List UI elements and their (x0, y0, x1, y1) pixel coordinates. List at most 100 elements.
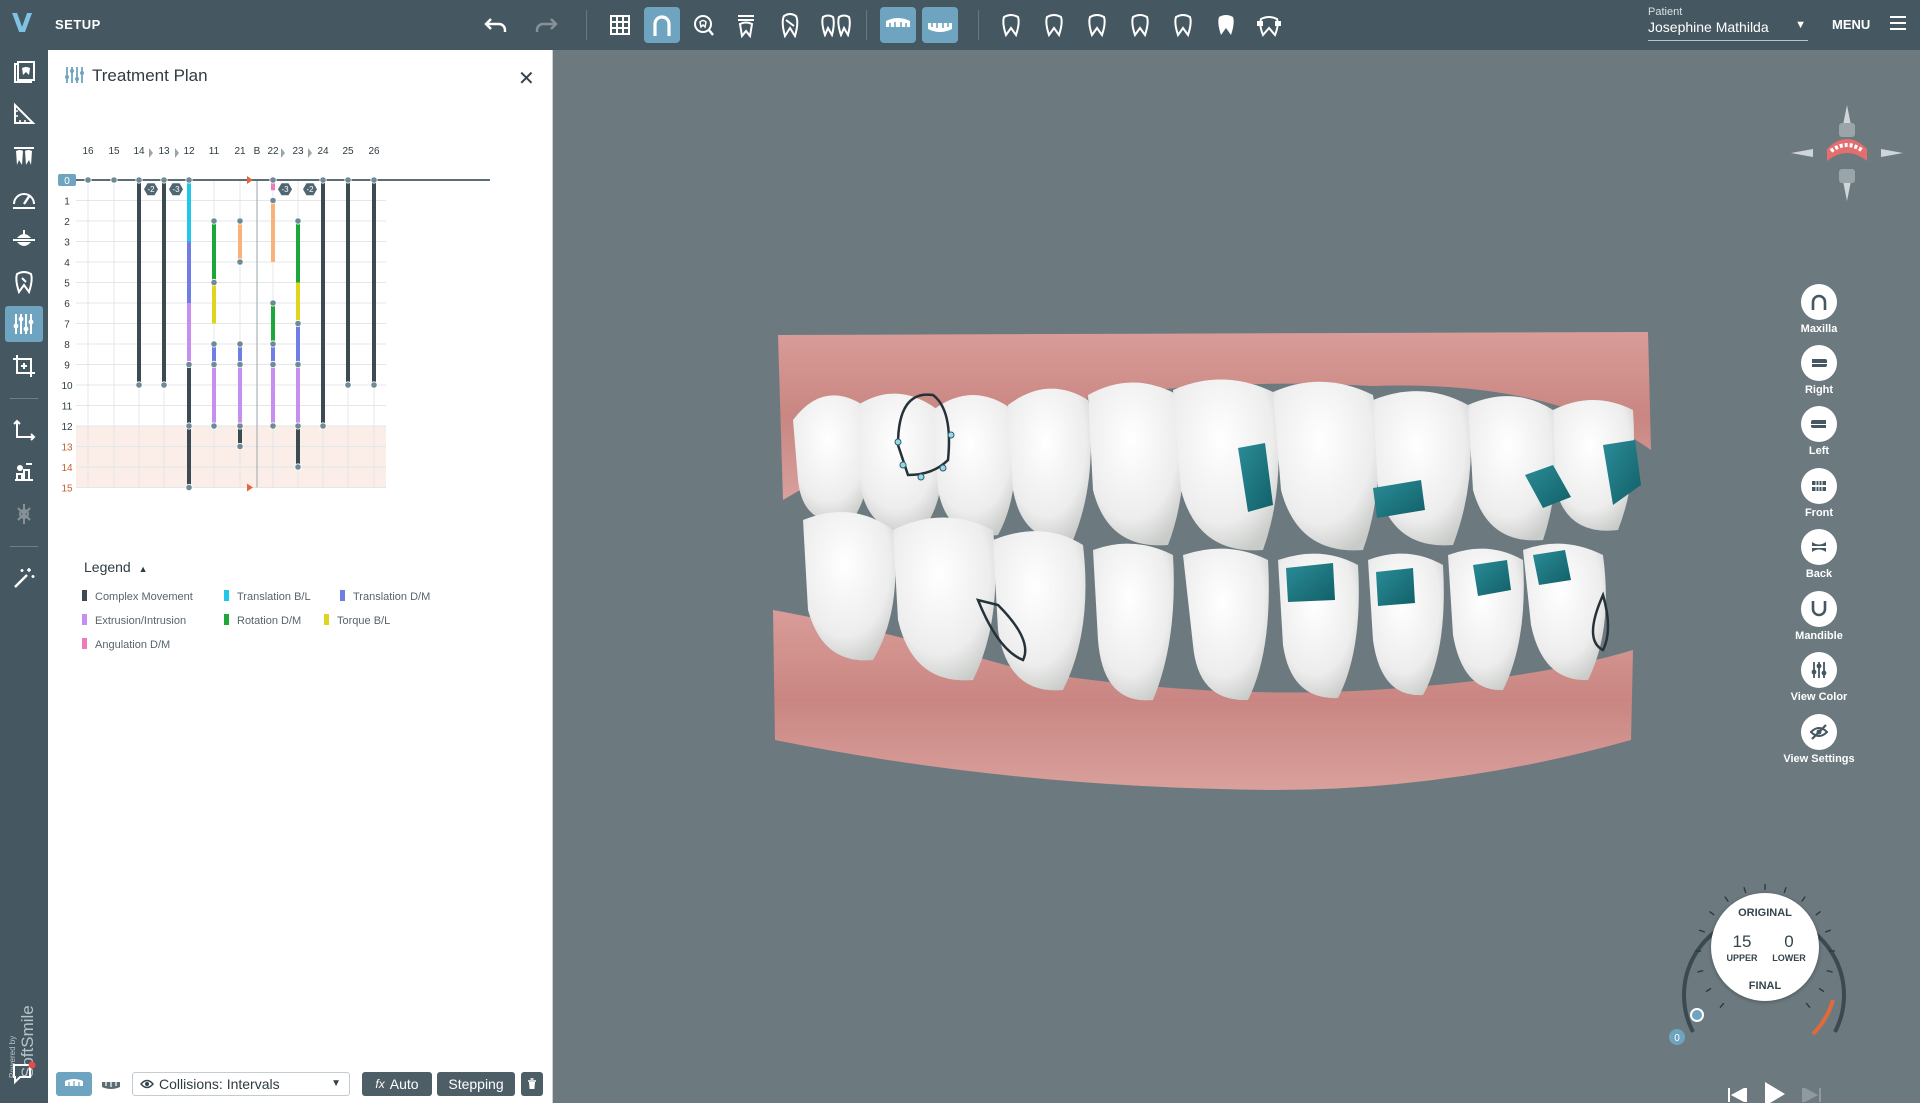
stage-node[interactable] (269, 176, 277, 184)
ipr-badge[interactable]: -2 (303, 183, 317, 196)
movement-bar[interactable] (346, 180, 350, 385)
movement-bar[interactable] (187, 303, 191, 365)
movement-bar[interactable] (212, 364, 216, 427)
view-color-button[interactable]: View Color (1774, 652, 1864, 703)
tooth-number-label[interactable]: 26 (368, 146, 380, 157)
step-label[interactable]: 15 (61, 484, 73, 495)
movement-bar[interactable] (271, 364, 275, 427)
treatment-plan-chart[interactable]: 16 15 14 13 12 11 21 B 22 23 24 25 26012345678910111… (58, 110, 548, 550)
movement-bar[interactable] (372, 180, 376, 385)
rail-segmentation-button[interactable] (5, 138, 43, 174)
view-back-button[interactable]: Back (1774, 529, 1864, 580)
view-mandible-button[interactable]: Mandible (1774, 591, 1864, 642)
view-front-button[interactable]: Front (1774, 468, 1864, 519)
stage-node[interactable] (344, 176, 352, 184)
hamburger-icon[interactable] (1890, 16, 1906, 30)
movement-bar[interactable] (296, 364, 300, 427)
stage-node[interactable] (110, 176, 118, 184)
movement-bar[interactable] (238, 221, 242, 262)
stage-node[interactable] (185, 176, 193, 184)
grid-button[interactable] (602, 7, 638, 43)
tooth-number-label[interactable]: 23 (292, 146, 304, 157)
stage-node[interactable] (344, 381, 352, 389)
movement-bar[interactable] (137, 180, 141, 385)
tooth-number-label[interactable]: 11 (209, 146, 220, 157)
tooth-tool-6-button[interactable] (1208, 7, 1244, 43)
stage-node[interactable] (319, 176, 327, 184)
stage-node[interactable] (370, 381, 378, 389)
rail-crop-button[interactable] (5, 348, 43, 384)
rail-implant-button[interactable] (5, 496, 43, 532)
movement-bar[interactable] (296, 323, 300, 365)
movement-bar[interactable] (296, 282, 300, 324)
rail-records-button[interactable] (5, 54, 43, 90)
stage-node[interactable] (269, 340, 277, 348)
legend-toggle[interactable]: Legend ▲ (84, 559, 148, 575)
tooth-tool-5-button[interactable] (1165, 7, 1201, 43)
rail-treatment-plan-button[interactable] (5, 306, 43, 342)
tooth-number-label[interactable]: 12 (183, 146, 195, 157)
stage-node[interactable] (269, 196, 277, 205)
stage-node[interactable] (210, 217, 218, 225)
stage-node[interactable] (210, 422, 218, 430)
attachment-tool-button[interactable] (1251, 7, 1287, 43)
arch-button[interactable] (644, 7, 680, 43)
stage-node[interactable] (269, 422, 277, 430)
stage-node[interactable] (236, 422, 244, 430)
movement-bar[interactable] (271, 200, 275, 263)
stage-node[interactable] (210, 340, 218, 348)
step-label[interactable]: 0 (64, 176, 70, 187)
movement-bar[interactable] (187, 241, 191, 304)
delete-button[interactable] (521, 1072, 543, 1096)
stage-node[interactable] (294, 463, 302, 471)
step-label[interactable]: 3 (64, 238, 70, 249)
upper-arch-toggle[interactable] (56, 1072, 92, 1096)
tooth-search-button[interactable] (686, 7, 722, 43)
lower-jaw-button[interactable] (922, 7, 958, 43)
step-label[interactable]: 12 (61, 422, 73, 433)
rail-magic-wand-button[interactable] (5, 560, 43, 596)
stage-node[interactable] (236, 442, 244, 451)
step-label[interactable]: 11 (62, 402, 73, 413)
stage-node[interactable] (269, 299, 277, 307)
ipr-badge[interactable]: -3 (278, 183, 292, 196)
tooth-tool-1-button[interactable] (993, 7, 1029, 43)
stage-node[interactable] (185, 360, 193, 369)
movement-bar[interactable] (321, 180, 325, 426)
tooth-number-label[interactable]: B (254, 146, 261, 157)
rail-occlusion-button[interactable] (5, 222, 43, 258)
movement-bar[interactable] (212, 221, 216, 283)
ipr-badge[interactable]: -2 (144, 183, 158, 196)
tooth-tool-2-button[interactable] (1036, 7, 1072, 43)
movement-bar[interactable] (296, 221, 300, 283)
stage-node[interactable] (319, 422, 327, 430)
stage-node[interactable] (185, 422, 193, 430)
stage-node[interactable] (236, 258, 244, 266)
view-left-button[interactable]: Left (1774, 406, 1864, 457)
tooth-number-label[interactable]: 21 (234, 146, 246, 157)
movement-bar[interactable] (162, 180, 166, 385)
stage-node[interactable] (294, 422, 302, 430)
patient-select[interactable]: Josephine Mathilda ▼ (1648, 19, 1808, 41)
stage-node[interactable] (135, 176, 143, 184)
step-label[interactable]: 13 (61, 443, 73, 454)
movement-bar[interactable] (238, 364, 242, 427)
redo-button[interactable] (528, 7, 564, 43)
stage-node[interactable] (236, 360, 244, 369)
stage-node[interactable] (294, 360, 302, 369)
stage-node[interactable] (269, 360, 277, 369)
play-button[interactable] (1763, 1080, 1787, 1103)
tooth-tool-4-button[interactable] (1122, 7, 1158, 43)
upper-jaw-button[interactable] (880, 7, 916, 43)
stage-node[interactable] (370, 176, 378, 184)
stage-node[interactable] (210, 278, 218, 287)
lower-arch-toggle[interactable] (96, 1072, 126, 1096)
movement-bar[interactable] (187, 180, 191, 242)
step-forward-button[interactable] (1801, 1088, 1821, 1102)
stage-node[interactable] (84, 176, 92, 184)
rail-staging-button[interactable] (5, 454, 43, 490)
menu-button[interactable]: MENU (1832, 17, 1870, 32)
teeth-pair-button[interactable] (818, 7, 854, 43)
stage-node[interactable] (160, 176, 168, 184)
step-label[interactable]: 7 (64, 320, 70, 331)
